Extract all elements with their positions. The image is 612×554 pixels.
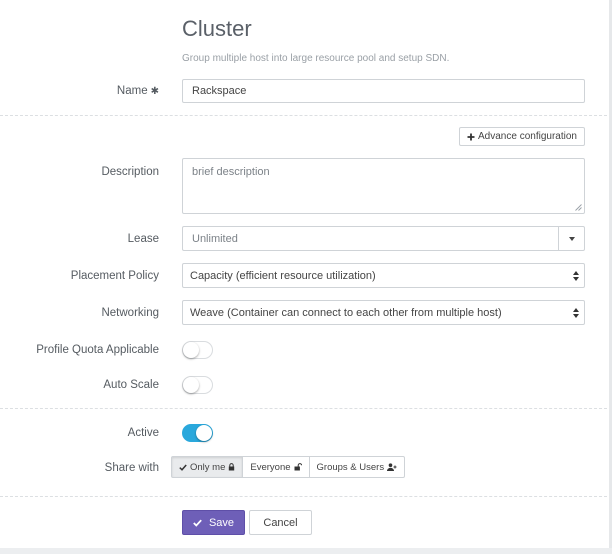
lease-dropdown-toggle[interactable]	[558, 227, 584, 250]
share-only-me-label: Only me	[190, 461, 226, 473]
networking-value: Weave (Container can connect to each oth…	[190, 307, 502, 319]
name-input[interactable]: Rackspace	[182, 79, 585, 103]
share-everyone-button[interactable]: Everyone	[242, 456, 310, 478]
select-arrows-icon	[573, 271, 579, 281]
toggle-knob	[183, 377, 199, 393]
profile-quota-label: Profile Quota Applicable	[36, 344, 159, 356]
lock-icon	[229, 463, 235, 471]
name-label: Name ✱	[117, 85, 159, 97]
required-icon: ✱	[150, 86, 159, 97]
save-label: Save	[208, 516, 235, 529]
networking-label: Networking	[101, 307, 159, 319]
lease-label: Lease	[127, 233, 159, 245]
share-only-me-button[interactable]: Only me	[171, 456, 244, 478]
share-everyone-label: Everyone	[250, 461, 291, 473]
lease-value[interactable]: Unlimited	[183, 227, 558, 250]
description-textarea[interactable]: brief description	[182, 158, 585, 214]
user-plus-icon	[387, 463, 397, 471]
active-label: Active	[127, 427, 159, 439]
active-toggle[interactable]	[182, 424, 213, 442]
unlock-icon	[294, 463, 302, 471]
check-icon	[179, 464, 187, 471]
cancel-button[interactable]: Cancel	[249, 510, 312, 535]
share-with-group: Only me Everyone Groups & Users	[171, 456, 406, 478]
section-divider	[0, 115, 612, 116]
placement-policy-value: Capacity (efficient resource utilization…	[190, 270, 376, 282]
footer-edge	[0, 548, 612, 554]
save-button[interactable]: Save	[182, 510, 245, 535]
profile-quota-toggle[interactable]	[182, 341, 213, 359]
check-icon	[193, 519, 202, 527]
plus-icon	[467, 133, 475, 140]
advance-configuration-button[interactable]: Advance configuration	[459, 127, 585, 146]
toggle-knob	[196, 425, 212, 441]
select-arrows-icon	[573, 308, 579, 318]
section-divider	[0, 408, 612, 409]
lease-dropdown[interactable]: Unlimited	[182, 226, 585, 251]
networking-select[interactable]: Weave (Container can connect to each oth…	[182, 300, 585, 325]
share-with-label: Share with	[104, 462, 159, 474]
toggle-knob	[183, 342, 199, 358]
page-title: Cluster	[182, 16, 252, 41]
page-subtitle: Group multiple host into large resource …	[182, 53, 450, 64]
share-groups-users-label: Groups & Users	[316, 461, 385, 473]
advance-configuration-label: Advance configuration	[478, 131, 577, 142]
auto-scale-toggle[interactable]	[182, 376, 213, 394]
caret-down-icon	[568, 236, 575, 241]
share-groups-users-button[interactable]: Groups & Users	[308, 456, 406, 478]
placement-policy-select[interactable]: Capacity (efficient resource utilization…	[182, 263, 585, 288]
description-label: Description	[101, 166, 159, 178]
name-label-text: Name	[116, 85, 148, 97]
section-divider	[0, 496, 612, 497]
placement-policy-label: Placement Policy	[70, 270, 159, 282]
description-placeholder: brief description	[192, 166, 270, 178]
resize-grip-icon[interactable]	[574, 203, 582, 211]
auto-scale-label: Auto Scale	[103, 379, 159, 391]
